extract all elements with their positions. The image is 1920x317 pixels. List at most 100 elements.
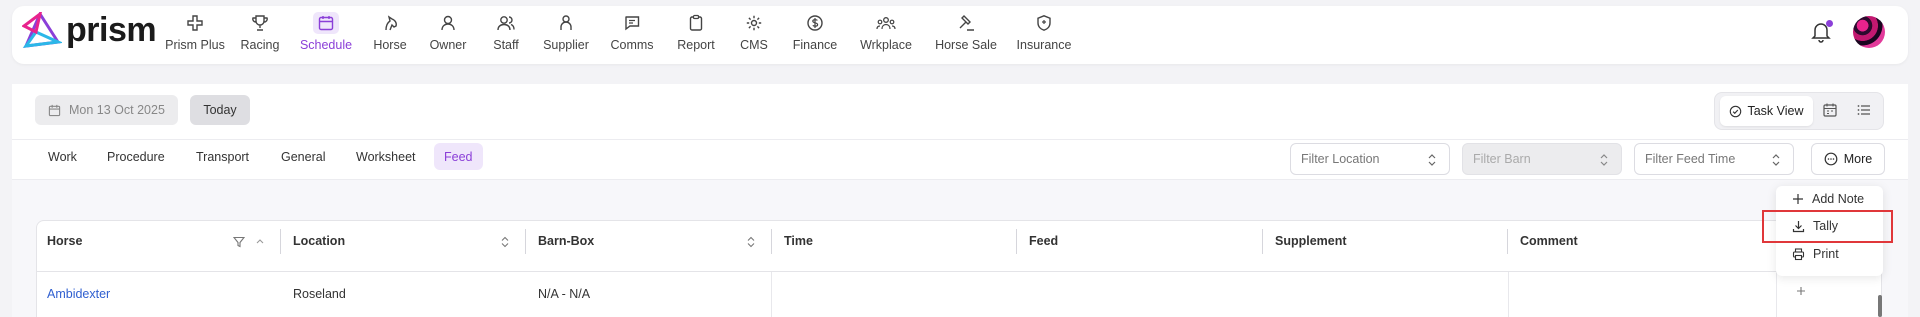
column-divider[interactable] — [771, 229, 772, 254]
nav-item-owner[interactable]: Owner — [418, 12, 478, 52]
tab-procedure[interactable]: Procedure — [97, 143, 175, 170]
column-divider[interactable] — [1262, 229, 1263, 254]
column-header-feed[interactable]: Feed — [1029, 234, 1058, 248]
avatar[interactable] — [1853, 16, 1885, 48]
today-button[interactable]: Today — [190, 95, 250, 125]
nav-label: Owner — [429, 38, 467, 52]
more-dots-icon — [1824, 152, 1838, 166]
hospital-cross-icon — [182, 12, 208, 34]
nav-label: Finance — [792, 38, 838, 52]
sort-up-icon[interactable] — [255, 236, 265, 248]
nav-item-staff[interactable]: Staff — [478, 12, 534, 52]
cell-divider — [1508, 272, 1509, 317]
cell-divider — [771, 272, 772, 317]
person-icon — [553, 12, 579, 34]
list-view-icon[interactable] — [1856, 102, 1872, 123]
horse-name-link[interactable]: Ambidexter — [47, 287, 110, 301]
nav-item-prism-plus[interactable]: Prism Plus — [160, 12, 230, 52]
tab-work[interactable]: Work — [38, 143, 87, 170]
filter-feed-time-select[interactable]: Filter Feed Time — [1634, 143, 1794, 175]
nav-label: Horse Sale — [935, 38, 997, 52]
filter-barn-select[interactable]: Filter Barn — [1462, 143, 1622, 175]
column-header-supplement[interactable]: Supplement — [1275, 234, 1347, 248]
filter-location-select[interactable]: Filter Location — [1290, 143, 1450, 175]
tab-worksheet[interactable]: Worksheet — [346, 143, 426, 170]
nav-label: Report — [677, 38, 715, 52]
column-header-barn-box[interactable]: Barn-Box — [538, 234, 594, 248]
menu-item-print[interactable]: Print — [1776, 241, 1883, 267]
brand-logo[interactable]: prism — [22, 11, 157, 49]
clipboard-icon — [683, 12, 709, 34]
nav-item-horse[interactable]: Horse — [362, 12, 418, 52]
date-picker[interactable]: Mon 13 Oct 2025 — [35, 95, 178, 125]
nav-item-schedule[interactable]: Schedule — [290, 12, 362, 52]
nav-label: Schedule — [299, 38, 353, 52]
team-icon — [873, 12, 899, 34]
plus-icon — [1793, 194, 1803, 204]
nav-label: Insurance — [1016, 38, 1072, 52]
column-divider[interactable] — [1507, 229, 1508, 254]
more-button[interactable]: More — [1811, 143, 1885, 175]
nav-label: Prism Plus — [165, 38, 225, 52]
nav-item-horse-sale[interactable]: Horse Sale — [924, 12, 1008, 52]
sort-updown-icon[interactable] — [746, 236, 756, 248]
brand-name: prism — [66, 11, 157, 49]
menu-item-add-note[interactable]: Add Note — [1776, 186, 1883, 212]
filter-barn-placeholder: Filter Barn — [1473, 152, 1531, 166]
nav-label: Wrkplace — [860, 38, 912, 52]
notification-badge — [1826, 20, 1833, 27]
tab-transport[interactable]: Transport — [186, 143, 259, 170]
nav-item-report[interactable]: Report — [666, 12, 726, 52]
chevron-updown-icon — [1600, 154, 1608, 166]
cell-divider — [1776, 272, 1777, 317]
nav-label: Comms — [610, 38, 654, 52]
calendar-icon — [48, 104, 61, 116]
location-cell: Roseland — [293, 287, 346, 301]
users-icon — [493, 12, 519, 34]
column-header-time[interactable]: Time — [784, 234, 813, 248]
column-header-comment[interactable]: Comment — [1520, 234, 1578, 248]
dollar-icon — [802, 12, 828, 34]
gear-icon — [741, 12, 767, 34]
horse-icon — [377, 12, 403, 34]
nav-item-cms[interactable]: CMS — [726, 12, 782, 52]
chevron-updown-icon — [1428, 154, 1436, 166]
nav-item-finance[interactable]: Finance — [782, 12, 848, 52]
column-divider[interactable] — [280, 229, 281, 254]
user-icon — [435, 12, 461, 34]
nav-item-supplier[interactable]: Supplier — [534, 12, 598, 52]
nav-item-wrkplace[interactable]: Wrkplace — [848, 12, 924, 52]
filter-icon[interactable] — [233, 236, 245, 248]
column-divider[interactable] — [1016, 229, 1017, 254]
nav-item-comms[interactable]: Comms — [598, 12, 666, 52]
printer-icon — [1792, 247, 1805, 260]
date-value: Mon 13 Oct 2025 — [69, 103, 165, 117]
filter-location-placeholder: Filter Location — [1301, 152, 1380, 166]
tab-general[interactable]: General — [271, 143, 335, 170]
nav-item-insurance[interactable]: Insurance — [1008, 12, 1080, 52]
calendar-icon — [313, 12, 339, 34]
date-toolbar — [12, 84, 1908, 140]
nav-label: Supplier — [543, 38, 589, 52]
nav-label: Staff — [493, 38, 519, 52]
calendar-view-icon[interactable] — [1822, 102, 1838, 123]
prism-logo-icon — [22, 12, 62, 48]
sort-updown-icon[interactable] — [500, 236, 510, 248]
nav-label: Horse — [373, 38, 407, 52]
column-header-horse[interactable]: Horse — [47, 234, 82, 248]
nav-item-racing[interactable]: Racing — [230, 12, 290, 52]
task-view-button[interactable]: Task View — [1720, 96, 1813, 126]
tally-highlight-box — [1762, 210, 1893, 243]
scrollbar[interactable] — [1878, 295, 1882, 317]
main-nav: Prism Plus Racing Schedule Horse Owner S… — [160, 12, 1080, 52]
gavel-icon — [953, 12, 979, 34]
trophy-icon — [247, 12, 273, 34]
tab-feed[interactable]: Feed — [434, 143, 483, 170]
barn-box-cell: N/A - N/A — [538, 287, 591, 301]
menu-item-label: Add Note — [1812, 192, 1865, 206]
chevron-updown-icon — [1772, 154, 1780, 166]
menu-item-label: Print — [1813, 247, 1839, 261]
add-comment-icon[interactable] — [1796, 286, 1806, 296]
column-header-location[interactable]: Location — [293, 234, 345, 248]
column-divider[interactable] — [525, 229, 526, 254]
